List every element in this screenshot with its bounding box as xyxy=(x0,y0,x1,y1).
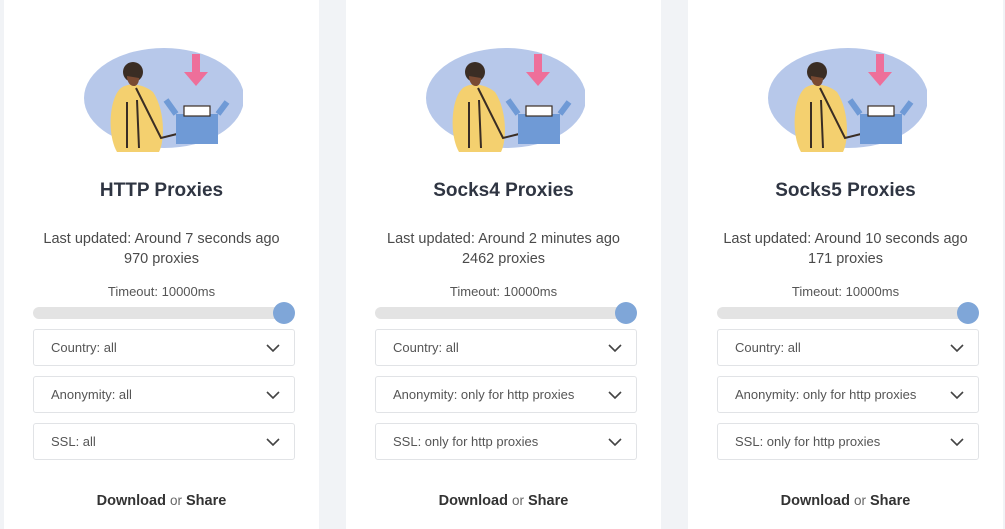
person-opening-box-illustration xyxy=(426,48,585,152)
ssl-select-value: SSL: all xyxy=(51,434,96,449)
card-footer: Download or Share xyxy=(4,493,319,509)
last-updated-text: Last updated: Around 7 seconds ago xyxy=(43,231,280,247)
slider-track xyxy=(33,307,284,319)
slider-track xyxy=(375,307,626,319)
or-text: or xyxy=(853,493,866,508)
person-opening-box-illustration xyxy=(768,48,927,152)
timeout-label: Timeout: 10000ms xyxy=(791,284,900,299)
chevron-down-icon xyxy=(266,438,280,446)
share-link[interactable]: Share xyxy=(528,493,568,509)
chevron-down-icon xyxy=(950,438,964,446)
download-link[interactable]: Download xyxy=(97,493,166,509)
proxy-card-socks4: Socks4 Proxies Last updated: Around 2 mi… xyxy=(346,0,661,529)
timeout-label: Timeout: 10000ms xyxy=(107,284,216,299)
country-select[interactable]: Country: all xyxy=(33,329,295,366)
chevron-down-icon xyxy=(608,438,622,446)
slider-thumb[interactable] xyxy=(615,302,637,324)
timeout-slider[interactable] xyxy=(717,302,979,324)
country-select[interactable]: Country: all xyxy=(375,329,637,366)
chevron-down-icon xyxy=(608,344,622,352)
last-updated-text: Last updated: Around 10 seconds ago xyxy=(723,231,968,247)
timeout-label: Timeout: 10000ms xyxy=(449,284,558,299)
slider-thumb[interactable] xyxy=(273,302,295,324)
ssl-select[interactable]: SSL: only for http proxies xyxy=(375,423,637,460)
download-link[interactable]: Download xyxy=(439,493,508,509)
anonymity-select-value: Anonymity: only for http proxies xyxy=(735,387,917,402)
chevron-down-icon xyxy=(950,344,964,352)
anonymity-select[interactable]: Anonymity: only for http proxies xyxy=(375,376,637,413)
proxy-card-socks5: Socks5 Proxies Last updated: Around 10 s… xyxy=(688,0,1003,529)
proxy-count: 171 proxies xyxy=(808,251,883,267)
or-text: or xyxy=(511,493,524,508)
ssl-select[interactable]: SSL: all xyxy=(33,423,295,460)
chevron-down-icon xyxy=(950,391,964,399)
last-updated-text: Last updated: Around 2 minutes ago xyxy=(387,231,620,247)
slider-track xyxy=(717,307,968,319)
anonymity-select[interactable]: Anonymity: only for http proxies xyxy=(717,376,979,413)
anonymity-select-value: Anonymity: only for http proxies xyxy=(393,387,575,402)
share-link[interactable]: Share xyxy=(186,493,226,509)
card-footer: Download or Share xyxy=(346,493,661,509)
chevron-down-icon xyxy=(266,344,280,352)
card-title: Socks4 Proxies xyxy=(433,180,574,201)
country-select-value: Country: all xyxy=(393,340,459,355)
ssl-select[interactable]: SSL: only for http proxies xyxy=(717,423,979,460)
chevron-down-icon xyxy=(608,391,622,399)
proxy-count: 2462 proxies xyxy=(461,251,546,267)
or-text: or xyxy=(169,493,182,508)
anonymity-select-value: Anonymity: all xyxy=(51,387,132,402)
ssl-select-value: SSL: only for http proxies xyxy=(393,434,539,449)
card-title: HTTP Proxies xyxy=(99,180,224,201)
download-link[interactable]: Download xyxy=(781,493,850,509)
anonymity-select[interactable]: Anonymity: all xyxy=(33,376,295,413)
timeout-slider[interactable] xyxy=(33,302,295,324)
country-select[interactable]: Country: all xyxy=(717,329,979,366)
timeout-slider[interactable] xyxy=(375,302,637,324)
ssl-select-value: SSL: only for http proxies xyxy=(735,434,881,449)
person-opening-box-illustration xyxy=(84,48,243,152)
share-link[interactable]: Share xyxy=(870,493,910,509)
country-select-value: Country: all xyxy=(735,340,801,355)
card-title: Socks5 Proxies xyxy=(775,180,916,201)
country-select-value: Country: all xyxy=(51,340,117,355)
proxy-card-http: HTTP Proxies Last updated: Around 7 seco… xyxy=(4,0,319,529)
chevron-down-icon xyxy=(266,391,280,399)
card-footer: Download or Share xyxy=(688,493,1003,509)
proxy-count: 970 proxies xyxy=(124,251,199,267)
slider-thumb[interactable] xyxy=(957,302,979,324)
